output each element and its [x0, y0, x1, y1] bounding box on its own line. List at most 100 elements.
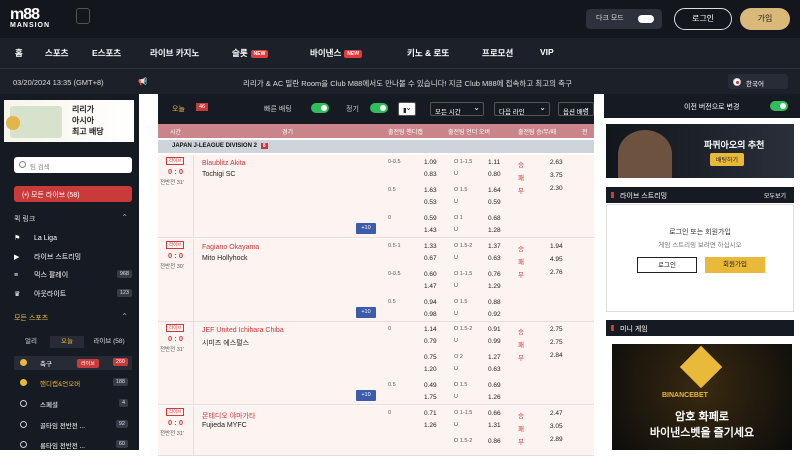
more-markets-button[interactable]: +10 [356, 307, 376, 318]
binancebet-banner[interactable]: BINANCEBET 암호 화페로 바이낸스벳을 즐기세요 [612, 344, 792, 450]
away-team[interactable]: 시미즈 에스펄스 [202, 338, 249, 348]
quick-link-outright[interactable]: ♛ 아웃라이트 123 [14, 289, 134, 303]
result-odds[interactable]: 2.63 [550, 159, 563, 166]
nav-home[interactable]: 홈 [15, 47, 23, 59]
under-odds[interactable]: 1.29 [488, 283, 501, 290]
language-selector[interactable]: 한국어 [728, 74, 788, 89]
over-odds[interactable]: 0.68 [488, 215, 501, 222]
handicap-away-odds[interactable]: 0.53 [424, 199, 437, 206]
all-sports-header[interactable]: 모든 스포츠 ⌃ [14, 312, 134, 323]
handicap-home-odds[interactable]: 0.71 [424, 410, 437, 417]
nav-live-casino[interactable]: 라이브 카지노 [150, 47, 199, 59]
away-team[interactable]: Tochigi SC [202, 171, 235, 178]
handicap-home-odds[interactable]: 1.63 [424, 187, 437, 194]
stream-join-button[interactable]: 회원가입 [705, 257, 765, 273]
result-odds[interactable]: 3.75 [550, 172, 563, 179]
sport-soccer[interactable]: 축구 라이브 260 [14, 356, 132, 370]
sport-special[interactable]: 스페셜 4 [14, 397, 132, 411]
over-odds[interactable]: 0.91 [488, 326, 501, 333]
handicap-home-odds[interactable]: 1.14 [424, 326, 437, 333]
bet-now-button[interactable]: 배팅하기 [710, 153, 745, 166]
join-button[interactable]: 가입 [740, 8, 790, 30]
nav-vip[interactable]: VIP [540, 47, 554, 57]
over-odds[interactable]: 0.86 [488, 438, 501, 445]
under-odds[interactable]: 0.99 [488, 338, 501, 345]
handicap-away-odds[interactable]: 0.79 [424, 338, 437, 345]
tab-early[interactable]: 얼리 [14, 336, 48, 348]
under-odds[interactable]: 0.63 [488, 366, 501, 373]
sport-goaltime[interactable]: 골타임 전반전 ... 92 [14, 418, 132, 432]
nav-slots[interactable]: 슬롯 NEW [232, 47, 269, 59]
result-odds[interactable]: 3.05 [550, 423, 563, 430]
dark-mode-toggle[interactable]: 다크 모드 [586, 9, 662, 29]
stream-login-button[interactable]: 로그인 [637, 257, 697, 273]
announcement-text[interactable]: 리리가 & AC 밀란 Room을 Club M88에서도 만나볼 수 있습니다… [243, 78, 572, 89]
result-odds[interactable]: 2.47 [550, 410, 563, 417]
handicap-home-odds[interactable]: 0.59 [424, 215, 437, 222]
over-odds[interactable]: 0.88 [488, 299, 501, 306]
sport-handicap[interactable]: 핸디캡&언오버 188 [14, 376, 132, 390]
result-odds[interactable]: 4.95 [550, 256, 563, 263]
nav-esports[interactable]: E스포츠 [92, 47, 121, 59]
quick-links-header[interactable]: 퀵 링크 ⌃ [14, 213, 134, 224]
time-filter-select[interactable]: 모든 시간 [430, 102, 484, 116]
regular-toggle[interactable] [370, 103, 388, 113]
quick-link-streaming[interactable]: ▶ 라이브 스트리밍 [14, 252, 134, 266]
tab-live[interactable]: 라이브 (58) [86, 336, 132, 348]
team-search-input[interactable]: 팀 검색 [14, 157, 132, 173]
handicap-away-odds[interactable]: 1.26 [424, 422, 437, 429]
nav-sports[interactable]: 스포츠 [45, 47, 68, 59]
tab-today[interactable]: 오늘 [50, 336, 84, 348]
handicap-home-odds[interactable]: 0.60 [424, 271, 437, 278]
home-team[interactable]: Blaublitz Akita [202, 160, 246, 167]
under-odds[interactable]: 1.26 [488, 394, 501, 401]
pacquiao-banner[interactable]: 파퀴아오의 추천 배팅하기 [606, 124, 794, 178]
under-odds[interactable]: 1.31 [488, 422, 501, 429]
all-live-button[interactable]: (•) 모든 라이브 (58) [14, 186, 132, 202]
over-odds[interactable]: 0.76 [488, 271, 501, 278]
more-markets-button[interactable]: +10 [356, 223, 376, 234]
handicap-home-odds[interactable]: 0.94 [424, 299, 437, 306]
handicap-home-odds[interactable]: 0.75 [424, 354, 437, 361]
bet-option-select[interactable]: 옵션 배팅 [558, 102, 594, 116]
over-odds[interactable]: 1.37 [488, 243, 501, 250]
over-odds[interactable]: 0.66 [488, 410, 501, 417]
result-odds[interactable]: 2.89 [550, 436, 563, 443]
nav-binance[interactable]: 바이낸스 NEW [310, 47, 362, 59]
handicap-home-odds[interactable]: 1.33 [424, 243, 437, 250]
match-row[interactable]: 라이브 0 : 0 전반전 31' JEF United Ichihara Chiba… [158, 322, 594, 405]
match-row[interactable]: 라이브 0 : 0 전반전 31' 몬테디오 야마가타 Fujieda MYFC 0 0.7… [158, 406, 594, 456]
under-odds[interactable]: 0.80 [488, 171, 501, 178]
result-odds[interactable]: 2.76 [550, 269, 563, 276]
away-team[interactable]: Mito Hollyhock [202, 255, 248, 262]
handicap-away-odds[interactable]: 0.98 [424, 311, 437, 318]
handicap-home-odds[interactable]: 0.49 [424, 382, 437, 389]
result-odds[interactable]: 1.94 [550, 243, 563, 250]
m88-logo[interactable]: m88 MANSION [10, 6, 50, 29]
today-label[interactable]: 오늘 [172, 104, 185, 114]
login-button[interactable]: 로그인 [674, 8, 732, 30]
result-odds[interactable]: 2.84 [550, 352, 563, 359]
handicap-home-odds[interactable]: 1.09 [424, 159, 437, 166]
under-odds[interactable]: 0.59 [488, 199, 501, 206]
laliga-promo-banner[interactable]: 리리가 아시아 최고 배당 [4, 100, 134, 142]
away-team[interactable]: Fujieda MYFC [202, 422, 247, 429]
nav-keno-lotto[interactable]: 키노 & 로또 [407, 47, 449, 59]
handicap-away-odds[interactable]: 1.75 [424, 394, 437, 401]
under-odds[interactable]: 0.63 [488, 255, 501, 262]
result-odds[interactable]: 2.75 [550, 339, 563, 346]
toggle-switch[interactable] [638, 15, 654, 23]
quick-link-parlay[interactable]: ≡ 믹스 팔레이 968 [14, 270, 134, 284]
handicap-away-odds[interactable]: 1.20 [424, 366, 437, 373]
view-all-link[interactable]: 모두보기 [764, 191, 786, 200]
home-team[interactable]: Fagiano Okayama [202, 244, 259, 251]
home-team[interactable]: JEF United Ichihara Chiba [202, 327, 284, 334]
handicap-away-odds[interactable]: 0.83 [424, 171, 437, 178]
result-odds[interactable]: 2.30 [550, 185, 563, 192]
quick-link-laliga[interactable]: ⚑ La Liga [14, 234, 134, 248]
line-filter-select[interactable]: 다음 라인 [494, 102, 550, 116]
more-markets-button[interactable]: +10 [356, 390, 376, 401]
home-team[interactable]: 몬테디오 야마가타 [202, 411, 255, 421]
over-odds[interactable]: 1.64 [488, 187, 501, 194]
over-odds[interactable]: 1.11 [488, 159, 500, 166]
